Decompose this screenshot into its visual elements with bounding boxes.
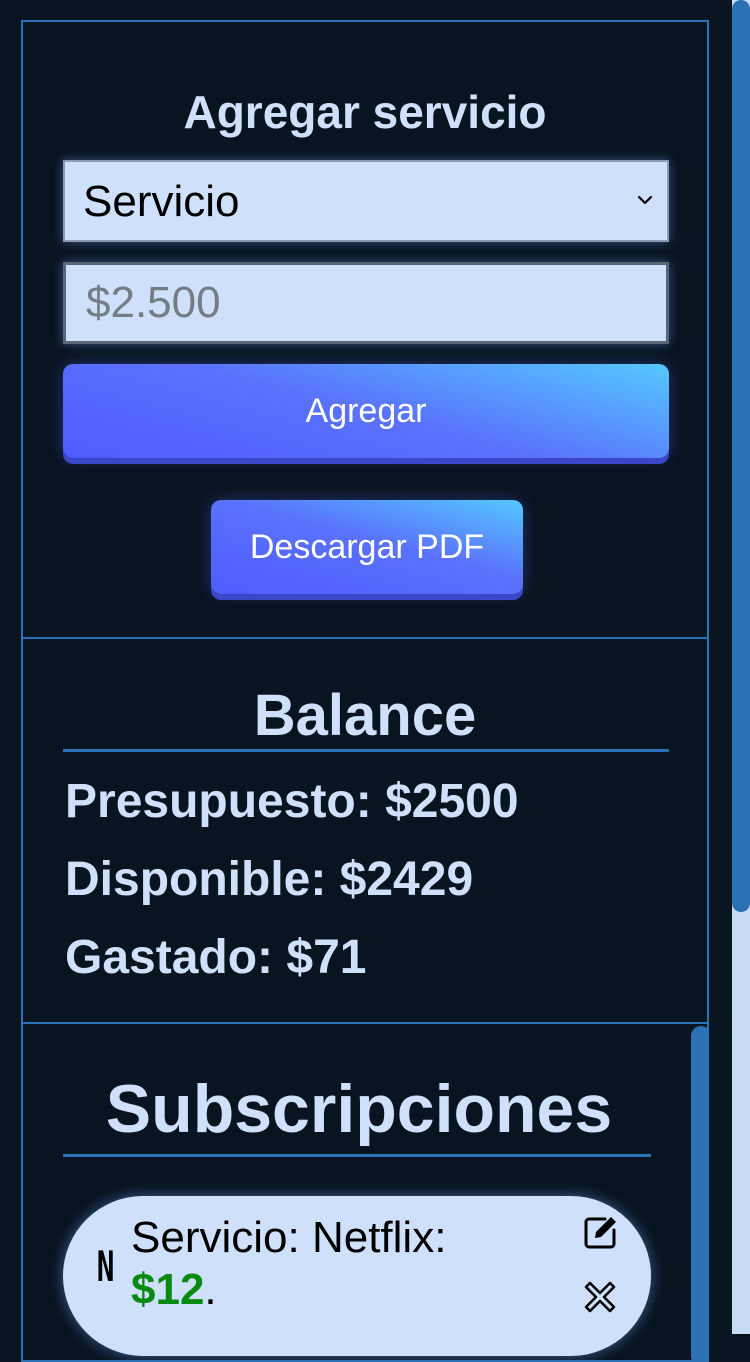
subscription-suffix: . <box>204 1265 217 1314</box>
edit-icon[interactable] <box>581 1212 621 1252</box>
page-scrollbar-thumb[interactable] <box>732 0 750 912</box>
subscriptions-divider <box>63 1154 651 1157</box>
add-service-title: Agregar servicio <box>183 86 547 138</box>
subscriptions-panel: Subscripciones N Servicio: Netflix: $12. <box>21 1022 709 1362</box>
service-select[interactable]: Servicio <box>63 160 669 242</box>
amount-input[interactable] <box>63 262 669 344</box>
service-select-value: Servicio <box>83 177 240 226</box>
add-button[interactable]: Agregar <box>63 364 669 458</box>
chevron-down-icon <box>637 195 653 205</box>
close-icon[interactable] <box>581 1278 619 1316</box>
available-value: Disponible: $2429 <box>65 853 474 906</box>
add-service-panel: Agregar servicio Servicio Agregar Descar… <box>21 20 709 640</box>
subscription-amount: $12 <box>131 1265 205 1314</box>
balance-title: Balance <box>253 683 477 748</box>
spent-value: Gastado: $71 <box>65 931 367 984</box>
subscription-details: Servicio: Netflix: $12. <box>131 1212 511 1316</box>
subscriptions-title: Subscripciones <box>105 1071 613 1147</box>
balance-divider <box>63 749 669 752</box>
netflix-logo: N <box>96 1242 115 1291</box>
subscriptions-scrollbar[interactable] <box>691 1026 707 1360</box>
budget-value: Presupuesto: $2500 <box>65 775 519 828</box>
subscription-card: N Servicio: Netflix: $12. <box>63 1196 651 1356</box>
download-pdf-button[interactable]: Descargar PDF <box>211 500 523 594</box>
subscription-label: Servicio: Netflix: <box>131 1213 447 1262</box>
balance-panel: Balance Presupuesto: $2500 Disponible: $… <box>21 637 709 1025</box>
